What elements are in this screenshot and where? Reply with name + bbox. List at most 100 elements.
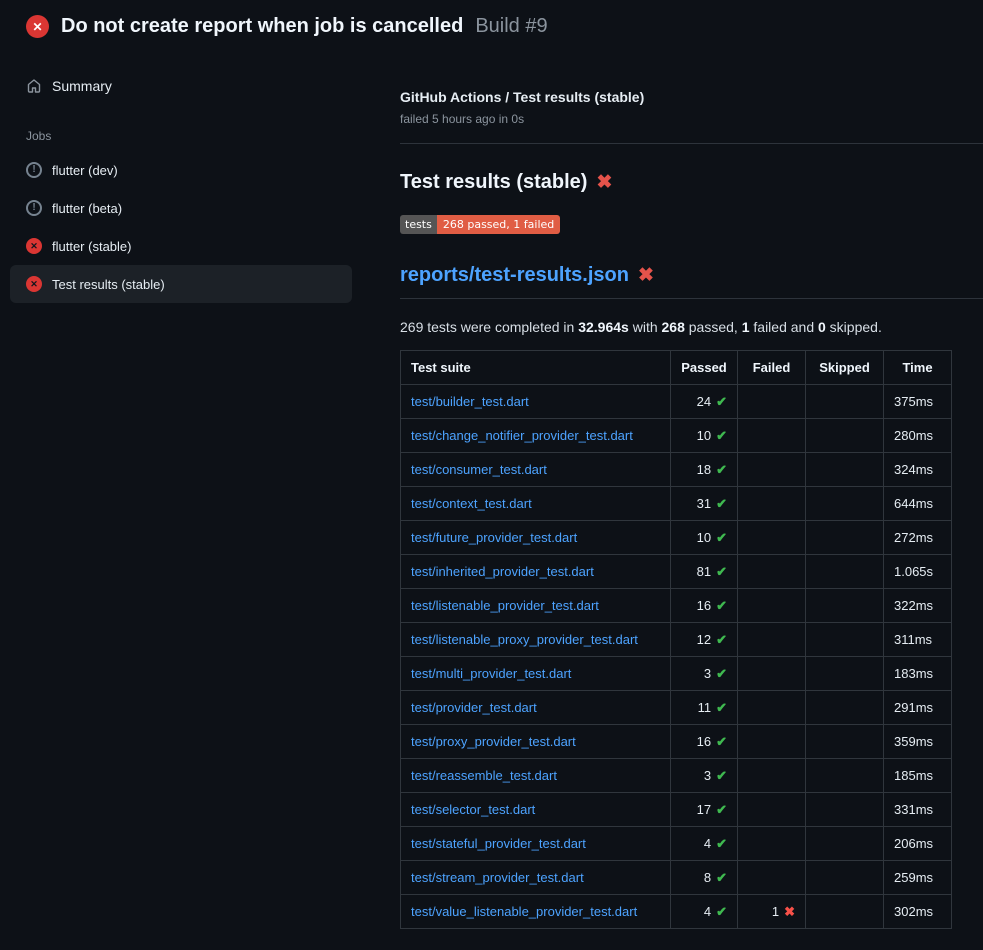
suite-cell: test/future_provider_test.dart: [401, 521, 671, 555]
passed-count: 16: [697, 598, 711, 613]
suite-cell: test/proxy_provider_test.dart: [401, 725, 671, 759]
suite-link[interactable]: test/multi_provider_test.dart: [411, 666, 571, 681]
failed-cell: ✖: [738, 623, 806, 657]
passed-cell: 10✔: [671, 521, 738, 555]
suite-cell: test/consumer_test.dart: [401, 453, 671, 487]
main-content: GitHub Actions / Test results (stable) f…: [400, 51, 983, 929]
skipped-cell: [806, 895, 884, 929]
passed-count: 8: [704, 870, 711, 885]
job-status-icon: [26, 238, 42, 254]
suite-link[interactable]: test/reassemble_test.dart: [411, 768, 557, 783]
sidebar: Summary Jobs flutter (dev) flutter (beta…: [0, 51, 400, 303]
section-heading: Test results (stable) ✖: [400, 171, 983, 194]
time-value: 183ms: [894, 666, 933, 681]
passed-cell: 16✔: [671, 725, 738, 759]
time-value: 206ms: [894, 836, 933, 851]
section-title: Test results (stable): [400, 171, 587, 194]
table-row: test/selector_test.dart 17✔ ✖ 331ms: [401, 793, 952, 827]
suite-link[interactable]: test/listenable_provider_test.dart: [411, 598, 599, 613]
run-failed-status-icon: [26, 15, 49, 38]
suite-link[interactable]: test/listenable_proxy_provider_test.dart: [411, 632, 638, 647]
job-label: flutter (stable): [52, 239, 131, 254]
passed-cell: 12 ✔: [671, 623, 738, 657]
suite-link[interactable]: test/value_listenable_provider_test.dart: [411, 904, 637, 919]
suite-link[interactable]: test/stream_provider_test.dart: [411, 870, 584, 885]
table-row: test/listenable_provider_test.dart 16✔ ✖…: [401, 589, 952, 623]
time-cell: 359ms: [884, 725, 952, 759]
failed-x-icon: ✖: [596, 173, 612, 192]
sidebar-job-item[interactable]: flutter (beta): [10, 189, 352, 227]
sidebar-job-item[interactable]: flutter (stable): [10, 227, 352, 265]
sidebar-job-item[interactable]: flutter (dev): [10, 151, 352, 189]
jobs-heading: Jobs: [26, 129, 352, 143]
run-title: Do not create report when job is cancell…: [61, 15, 463, 38]
summary-text: passed,: [685, 319, 742, 335]
suite-cell: test/reassemble_test.dart: [401, 759, 671, 793]
suite-cell: test/stateful_provider_test.dart: [401, 827, 671, 861]
time-cell: 322ms: [884, 589, 952, 623]
failed-cell: ✖: [738, 759, 806, 793]
report-link[interactable]: reports/test-results.json: [400, 264, 629, 287]
time-value: 322ms: [894, 598, 933, 613]
breadcrumb: GitHub Actions / Test results (stable): [400, 89, 983, 105]
table-row: test/future_provider_test.dart 10✔ ✖ 272…: [401, 521, 952, 555]
check-icon: ✔: [716, 870, 727, 885]
suite-link[interactable]: test/stateful_provider_test.dart: [411, 836, 586, 851]
suite-link[interactable]: test/future_provider_test.dart: [411, 530, 577, 545]
suite-link[interactable]: test/proxy_provider_test.dart: [411, 734, 576, 749]
passed-cell: 18✔: [671, 453, 738, 487]
failed-cell: ✖: [738, 555, 806, 589]
passed-count: 31: [697, 496, 711, 511]
home-icon: [26, 78, 42, 94]
summary-text: with: [629, 319, 662, 335]
passed-count: 3: [704, 666, 711, 681]
col-header-failed: Failed: [738, 351, 806, 385]
summary-passed-count: 268: [662, 319, 685, 335]
skipped-cell: [806, 691, 884, 725]
time-value: 291ms: [894, 700, 933, 715]
time-value: 272ms: [894, 530, 933, 545]
summary-duration: 32.964s: [578, 319, 629, 335]
table-row: test/listenable_proxy_provider_test.dart…: [401, 623, 952, 657]
summary-text: failed and: [750, 319, 819, 335]
suite-link[interactable]: test/inherited_provider_test.dart: [411, 564, 594, 579]
failed-cell: ✖: [738, 793, 806, 827]
suite-link[interactable]: test/consumer_test.dart: [411, 462, 547, 477]
time-value: 185ms: [894, 768, 933, 783]
time-cell: 324ms: [884, 453, 952, 487]
tests-badge: tests 268 passed, 1 failed: [400, 215, 560, 234]
failed-cell: 1✖: [738, 895, 806, 929]
suite-link[interactable]: test/provider_test.dart: [411, 700, 537, 715]
suite-link[interactable]: test/change_notifier_provider_test.dart: [411, 428, 633, 443]
check-icon: ✔: [716, 632, 727, 647]
failed-cell: ✖: [738, 725, 806, 759]
suite-link[interactable]: test/context_test.dart: [411, 496, 532, 511]
skipped-cell: [806, 827, 884, 861]
job-status-icon: [26, 276, 42, 292]
passed-count: 12: [697, 632, 711, 647]
passed-count: 4: [704, 836, 711, 851]
passed-count: 24: [697, 394, 711, 409]
check-icon: ✔: [716, 394, 727, 409]
job-status-icon: [26, 200, 42, 216]
time-cell: 644ms: [884, 487, 952, 521]
table-body: test/builder_test.dart 24✔ ✖ 375ms test/…: [401, 385, 952, 929]
table-row: test/multi_provider_test.dart 3✔ ✖ 183ms: [401, 657, 952, 691]
failed-cell: ✖: [738, 385, 806, 419]
suite-link[interactable]: test/selector_test.dart: [411, 802, 535, 817]
suite-cell: test/multi_provider_test.dart: [401, 657, 671, 691]
job-label: flutter (beta): [52, 201, 122, 216]
summary-text: 269 tests were completed in: [400, 319, 578, 335]
passed-count: 16: [697, 734, 711, 749]
suite-link[interactable]: test/builder_test.dart: [411, 394, 529, 409]
check-icon: ✔: [716, 462, 727, 477]
skipped-cell: [806, 759, 884, 793]
check-icon: ✔: [716, 530, 727, 545]
divider: [400, 143, 983, 144]
sidebar-item-summary[interactable]: Summary: [10, 69, 352, 103]
sidebar-job-item[interactable]: Test results (stable): [10, 265, 352, 303]
suite-cell: test/stream_provider_test.dart: [401, 861, 671, 895]
job-status-icon: [26, 162, 42, 178]
job-label: Test results (stable): [52, 277, 165, 292]
passed-cell: 24 ✔: [671, 385, 738, 419]
